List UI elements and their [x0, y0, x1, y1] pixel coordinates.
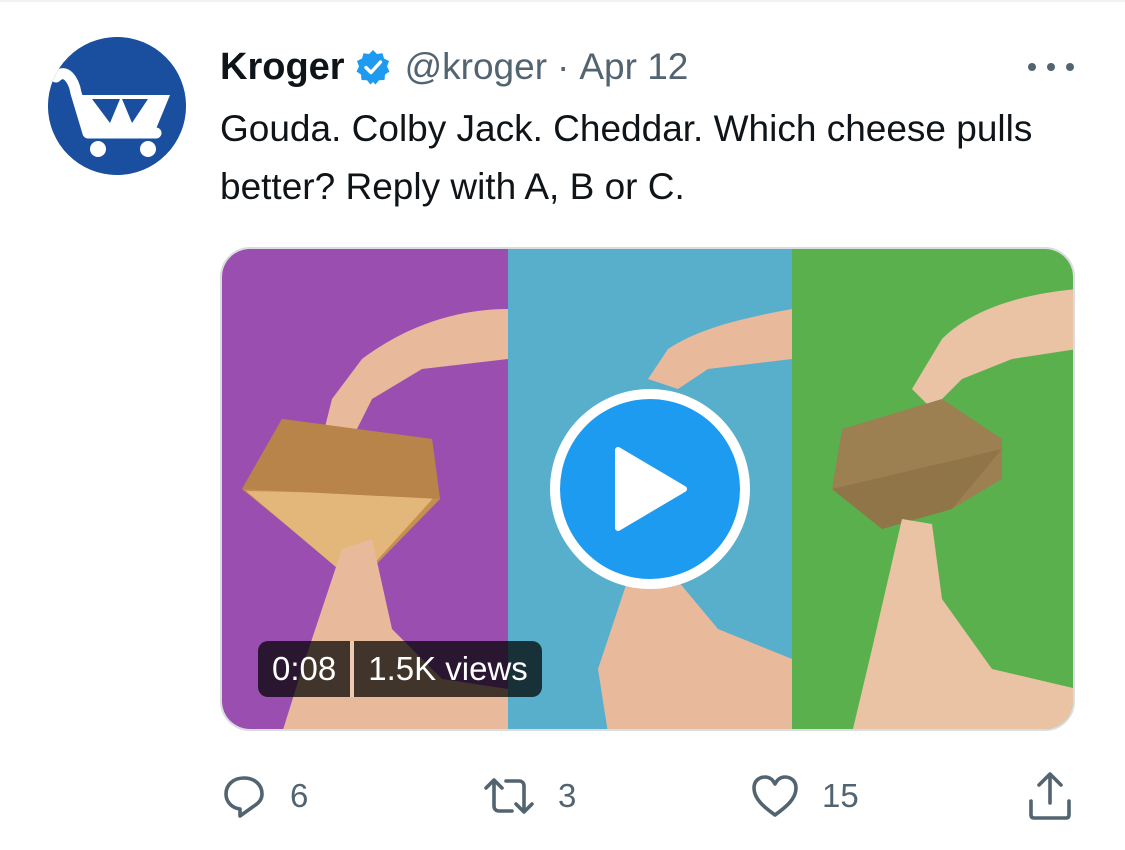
like-button[interactable]: 15 — [750, 766, 859, 826]
reply-count: 6 — [290, 777, 309, 814]
tweet-card: Kroger @kroger · Apr 12 Gouda. Colby Jac… — [0, 0, 1125, 850]
tweet-text: Gouda. Colby Jack. Cheddar. Which cheese… — [220, 108, 1033, 207]
avatar[interactable] — [48, 37, 186, 175]
share-button[interactable] — [1026, 766, 1074, 826]
verified-badge-icon — [355, 49, 391, 85]
video-panel-c — [792, 249, 1073, 729]
tweet-header: Kroger @kroger · Apr 12 — [220, 42, 688, 92]
author-handle[interactable]: @kroger — [405, 46, 547, 88]
play-button[interactable] — [550, 389, 750, 589]
reply-button[interactable]: 6 — [220, 766, 308, 826]
action-bar: 6 3 15 — [220, 766, 1080, 826]
separator-dot: · — [557, 46, 570, 87]
divider — [0, 0, 1125, 2]
retweet-button[interactable]: 3 — [482, 766, 576, 826]
video-player[interactable]: 0:08 1.5K views — [220, 247, 1075, 731]
tweet-date[interactable]: Apr 12 — [579, 46, 688, 88]
like-count: 15 — [822, 777, 859, 814]
video-meta-overlay: 0:08 1.5K views — [258, 641, 542, 697]
reply-icon — [224, 776, 264, 818]
kroger-cart-logo-icon — [48, 37, 186, 175]
heart-icon — [752, 775, 798, 817]
play-icon — [560, 399, 740, 579]
video-duration: 0:08 — [258, 641, 351, 697]
retweet-icon — [484, 778, 534, 814]
retweet-count: 3 — [558, 777, 577, 814]
grilled-cheese-hands-image — [832, 289, 1073, 729]
video-views: 1.5K views — [354, 641, 542, 697]
author-name[interactable]: Kroger — [220, 46, 345, 89]
share-icon — [1029, 772, 1071, 820]
more-horizontal-icon[interactable] — [1028, 52, 1074, 82]
